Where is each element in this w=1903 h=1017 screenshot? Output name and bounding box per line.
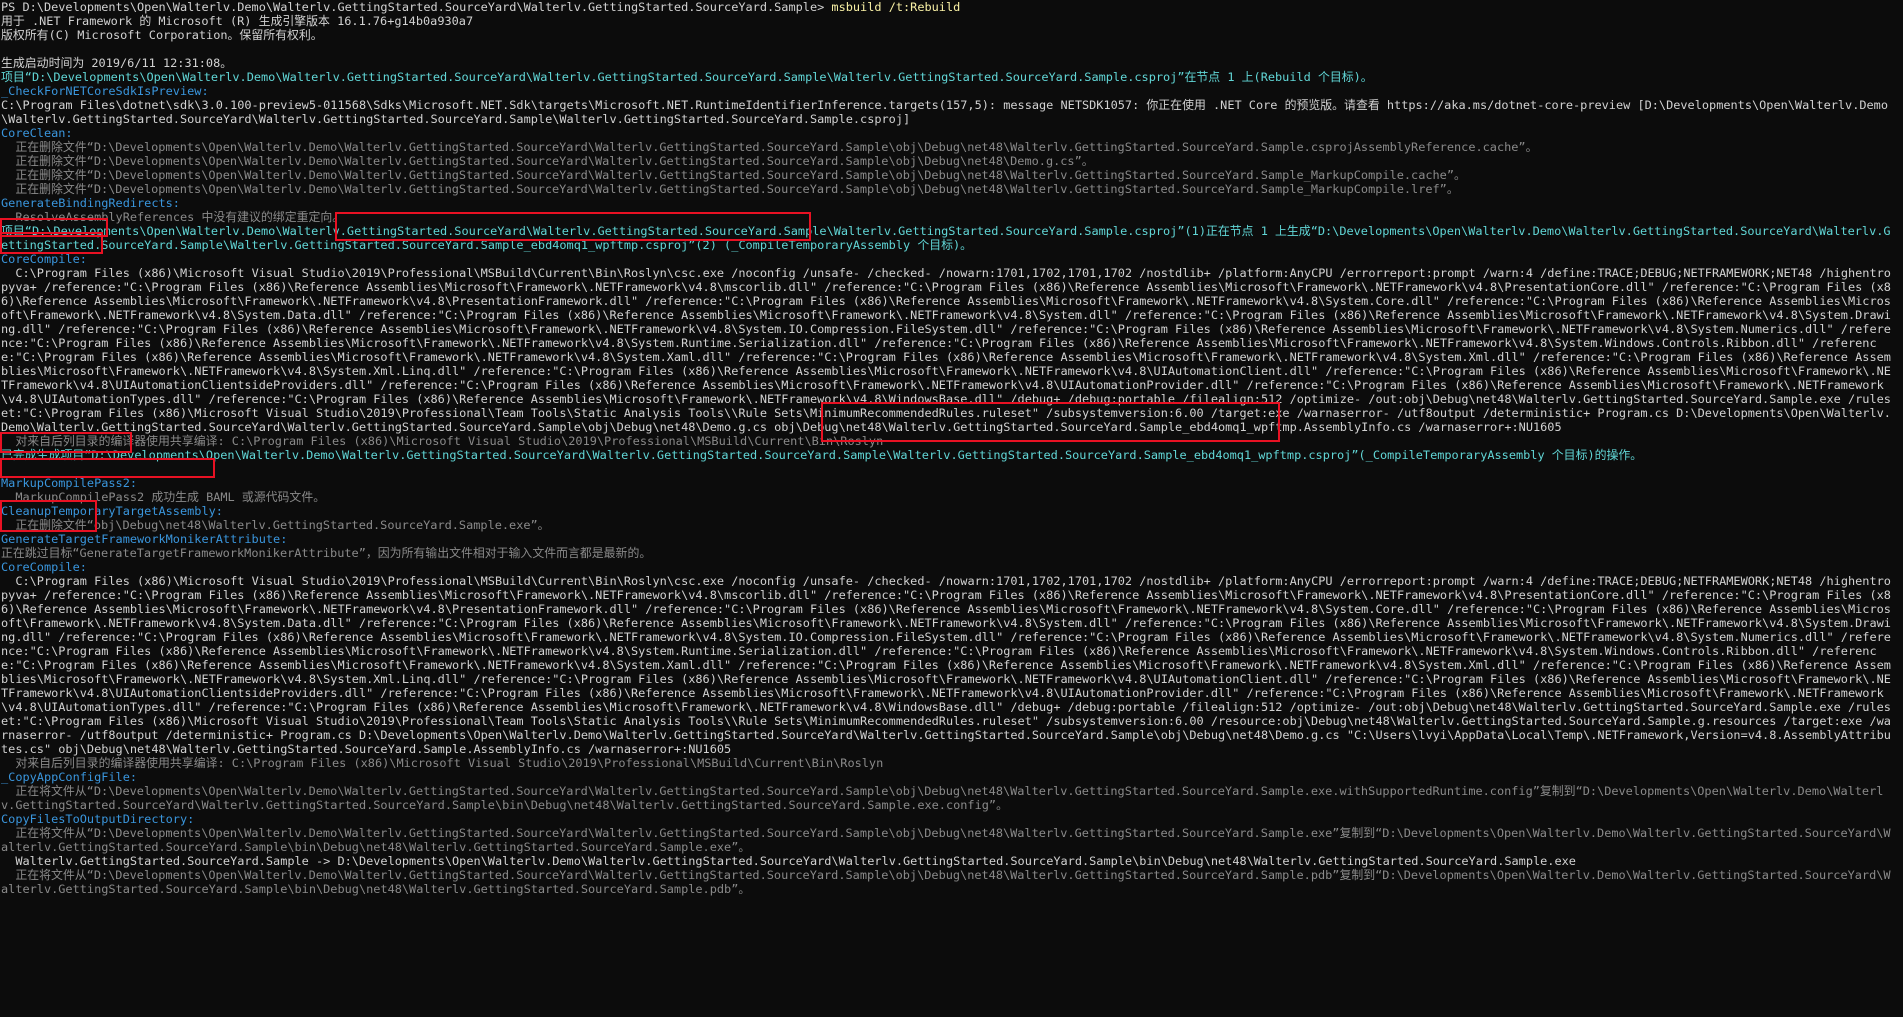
console-line: 正在将文件从“D:\Developments\Open\Walterlv.Dem… (1, 826, 1891, 854)
console-line: 正在将文件从“D:\Developments\Open\Walterlv.Dem… (1, 868, 1891, 896)
console-line: 正在将文件从“D:\Developments\Open\Walterlv.Dem… (1, 784, 1884, 812)
console-line: 用于 .NET Framework 的 Microsoft (R) 生成引擎版本… (1, 14, 474, 28)
console-line: C:\Program Files (x86)\Microsoft Visual … (1, 574, 1891, 756)
console-line: 对来自后列目录的编译器使用共享编译: C:\Program Files (x86… (1, 434, 884, 448)
console-line: CopyFilesToOutputDirectory: (1, 812, 195, 826)
console-line: 对来自后列目录的编译器使用共享编译: C:\Program Files (x86… (1, 756, 884, 770)
console-line: _CopyAppConfigFile: (1, 770, 138, 784)
console-line: CoreCompile: (1, 560, 87, 574)
console-line: 正在删除文件“D:\Developments\Open\Walterlv.Dem… (1, 168, 1466, 182)
console-line: 正在删除文件“D:\Developments\Open\Walterlv.Dem… (1, 154, 1094, 168)
console-line: MarkupCompilePass2 成功生成 BAML 或源代码文件。 (1, 490, 326, 504)
console-line: 已完成生成项目“D:\Developments\Open\Walterlv.De… (1, 448, 1643, 462)
console-line: CoreClean: (1, 126, 73, 140)
console-line: 项目“D:\Developments\Open\Walterlv.Demo\Wa… (1, 224, 1891, 252)
console-line: 正在跳过目标“GenerateTargetFrameworkMonikerAtt… (1, 546, 652, 560)
console-line: GenerateBindingRedirects: (1, 196, 180, 210)
console-line: C:\Program Files (x86)\Microsoft Visual … (1, 266, 1891, 434)
console-line: 版权所有(C) Microsoft Corporation。保留所有权利。 (1, 28, 323, 42)
console-line: GenerateTargetFrameworkMonikerAttribute: (1, 532, 288, 546)
command-text: msbuild /t:Rebuild (831, 0, 961, 14)
terminal-output[interactable]: PS D:\Developments\Open\Walterlv.Demo\Wa… (0, 0, 1903, 1017)
console-line: PS D:\Developments\Open\Walterlv.Demo\Wa… (1, 0, 961, 14)
console-line: ResolveAssemblyReferences 中没有建议的绑定重定向。 (1, 210, 345, 224)
console-line: CoreCompile: (1, 252, 87, 266)
console-line: Walterlv.GettingStarted.SourceYard.Sampl… (1, 854, 1576, 868)
console-line: 正在删除文件“D:\Developments\Open\Walterlv.Dem… (1, 182, 1459, 196)
console-line: CleanupTemporaryTargetAssembly: (1, 504, 223, 518)
console-line: C:\Program Files\dotnet\sdk\3.0.100-prev… (1, 98, 1889, 126)
console-line: 项目“D:\Developments\Open\Walterlv.Demo\Wa… (1, 70, 1373, 84)
console-line: 正在删除文件“D:\Developments\Open\Walterlv.Dem… (1, 140, 1538, 154)
console-line: 生成启动时间为 2019/6/11 12:31:08。 (1, 56, 233, 70)
console-line: MarkupCompilePass2: (1, 476, 138, 490)
console-line: _CheckForNETCoreSdkIsPreview: (1, 84, 209, 98)
console-line: 正在删除文件“obj\Debug\net48\Walterlv.GettingS… (1, 518, 550, 532)
